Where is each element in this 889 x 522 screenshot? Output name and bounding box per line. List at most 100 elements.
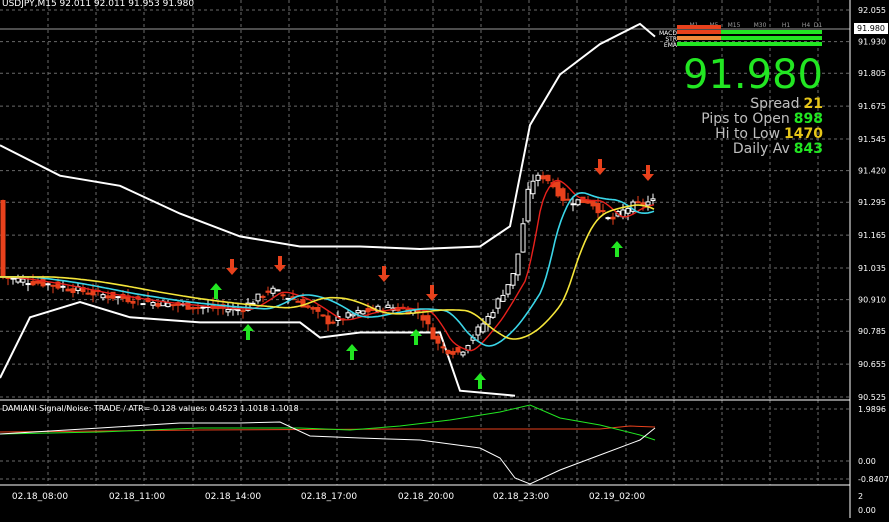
price-axis-label: 91.420 — [858, 167, 886, 176]
candle-up — [45, 283, 51, 286]
candle-up — [255, 293, 261, 302]
stat-label: Daily Av — [732, 141, 790, 157]
candle-down — [30, 281, 36, 286]
price-axis-label: 91.545 — [858, 135, 886, 144]
buy-arrow — [346, 344, 358, 360]
candle-down — [260, 295, 266, 298]
candle-down — [35, 280, 41, 284]
candle-down — [455, 347, 461, 353]
candle-up — [140, 303, 146, 306]
candle-down — [320, 314, 326, 317]
buy-arrow — [611, 241, 623, 257]
buy-arrow — [474, 373, 486, 389]
osc-axis-label: 0.00 — [858, 457, 876, 466]
candle-up — [100, 294, 106, 299]
tf-bar — [677, 42, 721, 46]
sell-arrow-shape — [426, 285, 438, 301]
buy-arrow — [242, 324, 254, 340]
chart-window[interactable]: 92.055 91.930 91.805 91.675 91.545 91.420 91.2… — [0, 0, 889, 518]
candle-down — [265, 290, 271, 293]
candle-up — [490, 312, 496, 318]
candle-up — [270, 287, 276, 294]
candle-up — [285, 297, 291, 300]
candle-up — [385, 304, 391, 309]
candle-down — [540, 175, 546, 180]
stat-daily-av: Daily Av 843 — [733, 142, 823, 157]
price-axis-label: 91.295 — [858, 198, 886, 207]
candle-up — [25, 283, 31, 286]
candle-up — [510, 273, 516, 286]
price-axis-label: 91.805 — [858, 69, 886, 78]
candle-down — [610, 216, 616, 220]
candle-down — [190, 306, 196, 310]
candle-down — [65, 288, 71, 292]
price-axis-label: 91.930 — [858, 38, 886, 47]
candle-down — [450, 351, 456, 355]
buy-arrow-shape — [474, 373, 486, 389]
candle-up — [225, 308, 231, 313]
candle-up — [575, 199, 581, 206]
big-price-readout: 91.980 — [683, 52, 823, 98]
time-axis-label: 02.19_02:00 — [589, 492, 645, 502]
price-axis-label: 90.910 — [858, 296, 886, 305]
candle-up — [10, 277, 16, 280]
candle-down — [435, 335, 441, 344]
candle-up — [20, 278, 26, 283]
candle-down — [305, 305, 311, 308]
candle-down — [440, 346, 446, 349]
sell-arrow — [274, 256, 286, 272]
candle-down — [560, 188, 566, 201]
sell-arrow — [226, 259, 238, 275]
buy-arrow-shape — [210, 283, 222, 299]
candle-up — [525, 188, 531, 222]
tf-label: M15 — [728, 22, 741, 29]
chart-title: USDJPY,M15 92.011 92.011 91.953 91.980 — [2, 0, 195, 9]
candle-down — [130, 300, 136, 304]
candle-down — [445, 349, 451, 354]
stat-value: 843 — [793, 141, 823, 157]
candle-up — [235, 309, 241, 312]
sell-arrow-shape — [594, 159, 606, 175]
candle-down — [420, 315, 426, 321]
candle-up — [530, 180, 536, 195]
tf-label: M30 — [754, 22, 767, 29]
bottom-axis-label: 2 — [858, 492, 863, 501]
time-axis-label: 02.18_11:00 — [109, 492, 165, 502]
candle-up — [275, 289, 281, 292]
candle-up — [500, 294, 506, 302]
candle-up — [475, 326, 481, 336]
candle-up — [505, 284, 511, 295]
bottom-axis-label: 0.00 — [858, 506, 876, 515]
candle-up — [515, 253, 521, 276]
time-axis-label: 02.18_17:00 — [301, 492, 357, 502]
sell-arrow-shape — [642, 165, 654, 181]
candle-down — [295, 300, 301, 303]
stat-value: 1470 — [784, 126, 823, 142]
price-axis-label: 90.785 — [858, 327, 886, 336]
candle-up — [150, 301, 156, 306]
candle-down — [195, 306, 201, 309]
tf-label: H4 — [802, 22, 811, 29]
candle-up — [200, 306, 206, 309]
current-price-tag: 91.980 — [854, 23, 888, 34]
stat-value: 21 — [803, 96, 823, 112]
candle-down — [40, 278, 46, 287]
stat-value: 898 — [793, 111, 823, 127]
candle-up — [625, 207, 631, 214]
candle-down — [105, 295, 111, 299]
candle-up — [480, 323, 486, 333]
buy-arrow-shape — [242, 324, 254, 340]
envelope-bands — [0, 22, 656, 397]
candle-down — [155, 303, 161, 307]
sell-arrow — [594, 159, 606, 175]
candle-down — [640, 202, 646, 206]
candle-down — [425, 315, 431, 325]
candle-down — [280, 294, 286, 297]
candle-up — [60, 285, 66, 288]
stat-label: Pips to Open — [701, 111, 790, 127]
candle-down — [365, 308, 371, 313]
candle-up — [460, 351, 466, 356]
candle-down — [85, 292, 91, 295]
buy-arrow-shape — [346, 344, 358, 360]
time-axis-label: 02.18_20:00 — [398, 492, 454, 502]
